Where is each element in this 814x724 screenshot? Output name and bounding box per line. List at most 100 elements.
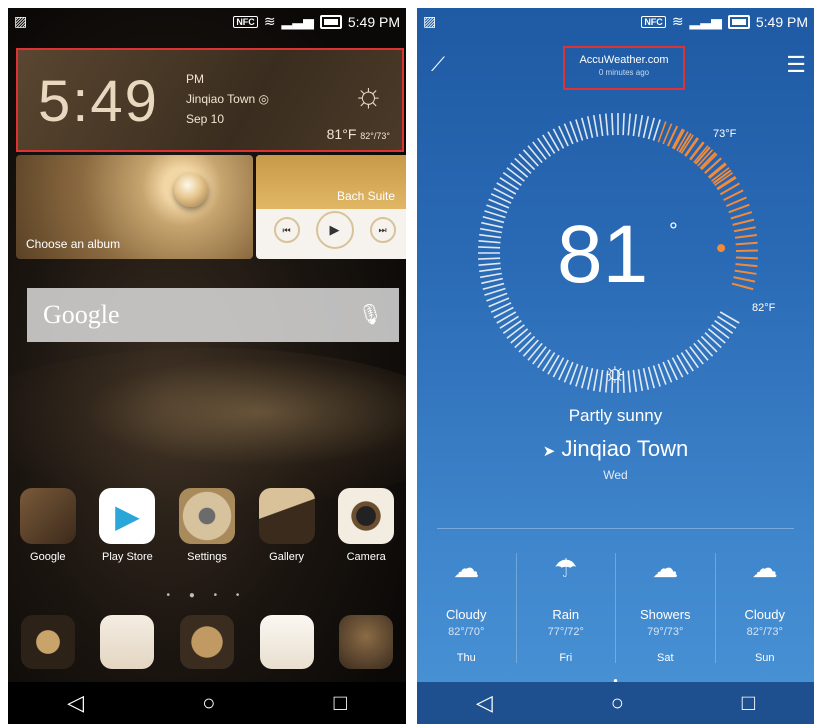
play-button[interactable]: ▶ [315,211,354,249]
dial-tick [482,215,505,224]
nfc-icon: NFC [641,15,666,28]
dial-tick [637,369,644,392]
dial-tick [627,370,631,393]
email-icon[interactable] [259,615,314,669]
dial-tick [478,246,501,249]
dial-tick [647,117,656,140]
battery-icon [727,14,750,29]
location-arrow-icon: ➤ [542,443,556,460]
clock-date: Sep 10 [186,112,225,126]
forecast-weekday: Thu [456,652,476,664]
dial-tick [478,240,501,244]
forecast-day[interactable]: ☁ Cloudy 82°/73° Sun [714,553,814,664]
dial-high-label: 82°F [752,302,776,314]
current-temperature: 81 [557,209,649,300]
microphone-icon[interactable]: 🎙 [358,302,383,327]
forecast-range: 77°/72° [547,626,584,638]
dial-tick [632,114,638,137]
google-search-bar[interactable]: Google 🎙 [27,288,399,342]
app-google[interactable]: Google [13,488,83,563]
widget-temp-range: 82°/73° [360,131,390,141]
dial-tick [586,116,594,138]
app-label: Play Store [102,551,153,563]
messages-icon[interactable] [179,615,234,669]
forecast-range: 79°/73° [647,626,684,638]
dial-tick [502,172,522,186]
dial-tick [697,339,714,357]
back-icon[interactable]: ◁ [67,690,84,716]
app-settings[interactable]: Settings [172,488,242,563]
album-label: Choose an album [26,237,121,251]
forecast-day[interactable]: ☁ Showers 79°/73° Sat [615,553,715,664]
degree-symbol: ° [669,218,678,243]
menu-icon[interactable]: ☰ [786,52,806,78]
settings-gear-icon [178,488,235,544]
app-label: Camera [346,551,386,563]
album-widget[interactable]: Choose an album [16,155,253,259]
phone-icon[interactable] [20,615,75,669]
dial-tick [605,113,609,136]
recents-icon[interactable]: □ [334,690,347,716]
dial-tick [580,117,589,140]
image-icon: ▨ [423,13,437,29]
dial-range-tick [733,276,756,283]
wifi-icon: ≋ [263,13,276,29]
forecast-day[interactable]: ☂ Rain 77°/72° Fri [515,553,616,664]
dial-tick [580,366,589,389]
rain-icon: ☂ [554,553,578,583]
dial-range-tick [730,211,753,220]
provider-box[interactable]: AccuWeather.com 0 minutes ago [563,46,685,90]
dial-tick [717,315,737,329]
recents-icon[interactable]: □ [742,690,755,716]
clock-location-text: Jinqiao Town [186,92,256,106]
forecast-day[interactable]: ☁ Cloudy 82°/70° Thu [417,553,516,664]
navigation-bar: ◁ ○ □ [417,682,814,724]
showers-icon: ☁ [652,553,679,583]
dial-tick [652,119,661,141]
nfc-icon: NFC [233,15,258,28]
dial-tick [627,113,631,136]
dial-tick [642,116,650,138]
home-icon[interactable]: ○ [611,690,624,716]
next-track-button[interactable]: ⏭ [369,217,396,243]
previous-track-button[interactable]: ⏮ [273,217,300,243]
trend-chart-icon[interactable]: ⟋ [431,54,445,77]
widget-temp: 81°F 82°/73° [327,126,390,142]
home-icon[interactable]: ○ [202,690,215,716]
location-pin-icon: ◎ [258,92,269,106]
dial-tick [479,233,502,239]
sun-icon: ☼ [602,356,628,387]
divider [437,528,794,529]
dock [8,615,406,669]
app-label: Google [30,551,66,563]
dial-range-tick [735,256,758,260]
dial-tick [481,221,503,229]
page-indicator: • ● • • [166,590,248,601]
dial-tick [527,145,543,164]
dial-tick [506,324,525,339]
dial-tick [481,277,503,285]
dial-tick [502,320,522,334]
app-camera[interactable]: Camera [331,488,401,563]
dial-tick [542,352,556,372]
navigation-bar: ◁ ○ □ [8,682,406,724]
back-icon[interactable]: ◁ [476,690,493,716]
current-city[interactable]: ➤ Jinqiao Town [417,436,814,462]
app-play-store[interactable]: ▶ Play Store [92,488,162,563]
contacts-icon[interactable] [100,615,155,669]
dial-tick [482,282,505,291]
forecast-condition: Cloudy [744,607,785,622]
image-icon: ▨ [14,13,28,29]
dial-tick [514,157,532,174]
music-widget[interactable]: Bach Suite ⏮ ▶ ⏭ [256,155,406,259]
dial-tick [652,365,661,387]
app-gallery[interactable]: Gallery [252,488,322,563]
status-bar: ▨ NFC ≋ ▂▃▅ 5:49 PM [8,8,406,36]
clock-weather-widget[interactable]: 5:49 PM Jinqiao Town ◎ Sep 10 ☼ 81°F 82°… [16,48,404,152]
dial-tick [518,153,536,171]
browser-icon[interactable] [339,615,394,669]
dial-tick [592,369,599,392]
music-controls: ⏮ ▶ ⏭ [256,211,406,249]
dial-range-tick [734,233,757,239]
music-header: Bach Suite [256,155,406,209]
